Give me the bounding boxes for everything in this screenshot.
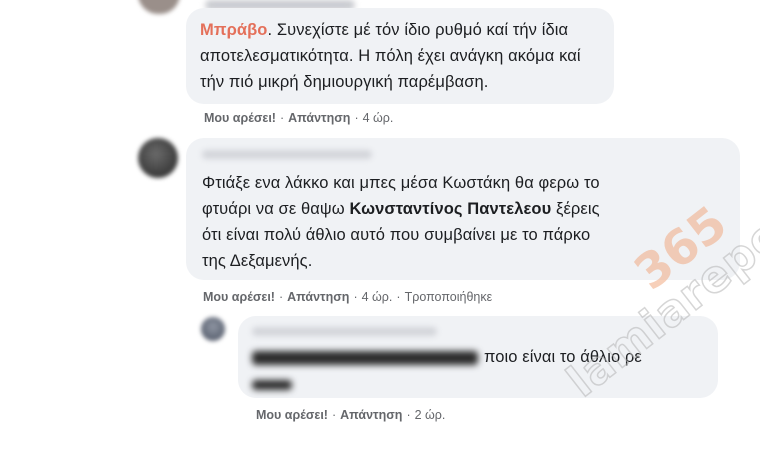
avatar[interactable]	[138, 0, 180, 14]
commenter-name-redacted[interactable]	[202, 150, 372, 159]
like-button[interactable]: Μου αρέσει!	[204, 111, 276, 125]
like-button[interactable]: Μου αρέσει!	[203, 290, 275, 304]
tagged-user-link[interactable]: Κωνσταντίνος Παντελεου	[349, 200, 551, 218]
comment-text-line: Φτιάξε ενα λάκκο και μπες μέσα Κωστάκη θ…	[202, 174, 600, 192]
comment-bubble: Φτιάξε ενα λάκκο και μπες μέσα Κωστάκη θ…	[186, 138, 740, 280]
commenter-name-redacted[interactable]	[252, 327, 437, 336]
edited-label: Τροποποιήθηκε	[404, 290, 493, 304]
comment-text-line: Μπράβο. Συνεχίστε μέ τόν ίδιο ρυθμό καί …	[200, 21, 569, 39]
comment-text-line: της Δεξαμενής.	[202, 252, 313, 270]
comment-text-line: αποτελεσματικότητα. Η πόλη έχει ανάγκη α…	[200, 47, 581, 65]
avatar[interactable]	[201, 317, 225, 341]
mention-link[interactable]: Μπράβο	[200, 21, 267, 39]
reply-button[interactable]: Απάντηση	[288, 111, 350, 125]
comment-actions: Μου αρέσει! · Απάντηση · 4 ώρ.	[204, 111, 394, 125]
redacted-text	[252, 379, 292, 390]
comment-bubble: Μπράβο. Συνεχίστε μέ τόν ίδιο ρυθμό καί …	[186, 8, 614, 104]
comment-text-line: τήν πιό μικρή δημιουργική παρέμβαση.	[200, 73, 489, 91]
comment-text-line: ότι είναι πολύ άθλιο αυτό που συμβαίνει …	[202, 226, 591, 244]
comment-actions: Μου αρέσει! · Απάντηση · 4 ώρ. · Τροποποιήθηκε	[203, 290, 493, 304]
comment-text-line: ποιο είναι το άθλιο ρε	[252, 344, 704, 370]
reply-button[interactable]: Απάντηση	[287, 290, 349, 304]
comment-timestamp[interactable]: 4 ώρ.	[362, 290, 393, 304]
comment-text-line: φτυάρι να σε θαψω Κωνσταντίνος Παντελεου…	[202, 200, 600, 218]
avatar[interactable]	[138, 138, 178, 178]
comment-text-line	[252, 370, 704, 396]
redacted-text	[252, 350, 478, 365]
comment-timestamp[interactable]: 4 ώρ.	[363, 111, 394, 125]
